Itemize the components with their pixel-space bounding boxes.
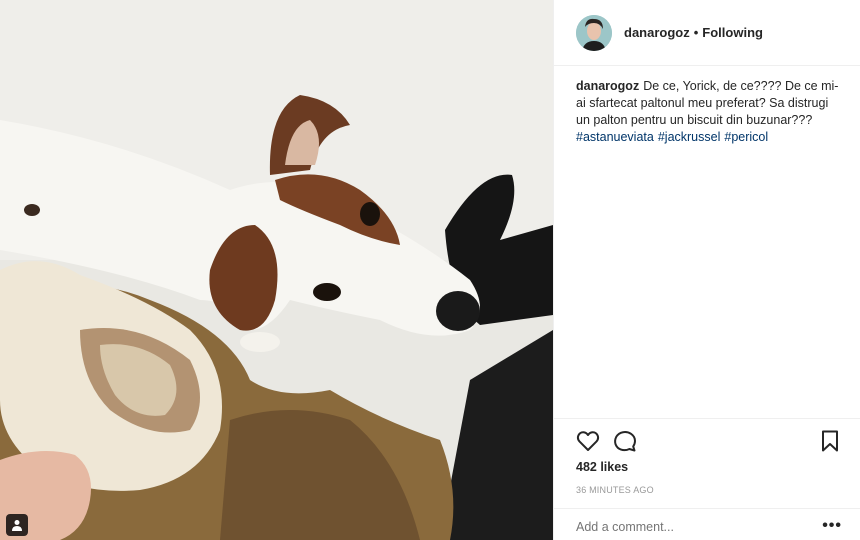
separator-dot: • [693, 25, 699, 40]
comment-bar: ••• [554, 508, 860, 540]
heart-icon[interactable] [576, 429, 600, 453]
username-link[interactable]: danarogoz [624, 25, 690, 40]
action-icons [576, 429, 842, 455]
post-caption: danarogoz De ce, Yorick, de ce???? De ce … [576, 78, 841, 146]
comment-icon[interactable] [613, 429, 637, 453]
hashtag-link[interactable]: #pericol [724, 130, 768, 144]
bookmark-icon[interactable] [818, 429, 842, 453]
user-tag-icon[interactable] [6, 514, 28, 536]
like-count[interactable]: 482 likes [576, 460, 628, 474]
post-photo[interactable] [0, 0, 553, 540]
dog-photo-image [0, 0, 553, 540]
post-timestamp[interactable]: 36 MINUTES AGO [576, 485, 654, 495]
hashtag-link[interactable]: #astanueviata [576, 130, 654, 144]
caption-username[interactable]: danarogoz [576, 79, 639, 93]
more-options-icon[interactable]: ••• [822, 517, 842, 535]
post-actions: 482 likes 36 MINUTES AGO [554, 418, 860, 495]
comment-input[interactable] [576, 520, 806, 534]
post-header: danarogoz • Following [554, 0, 860, 66]
avatar[interactable] [576, 14, 612, 51]
following-button[interactable]: Following [702, 25, 763, 40]
hashtag-link[interactable]: #jackrussel [658, 130, 721, 144]
post-side-panel: danarogoz • Following danarogoz De ce, Yori… [553, 0, 860, 540]
hashtag-list: #astanueviata #jackrussel #pericol [576, 129, 841, 146]
